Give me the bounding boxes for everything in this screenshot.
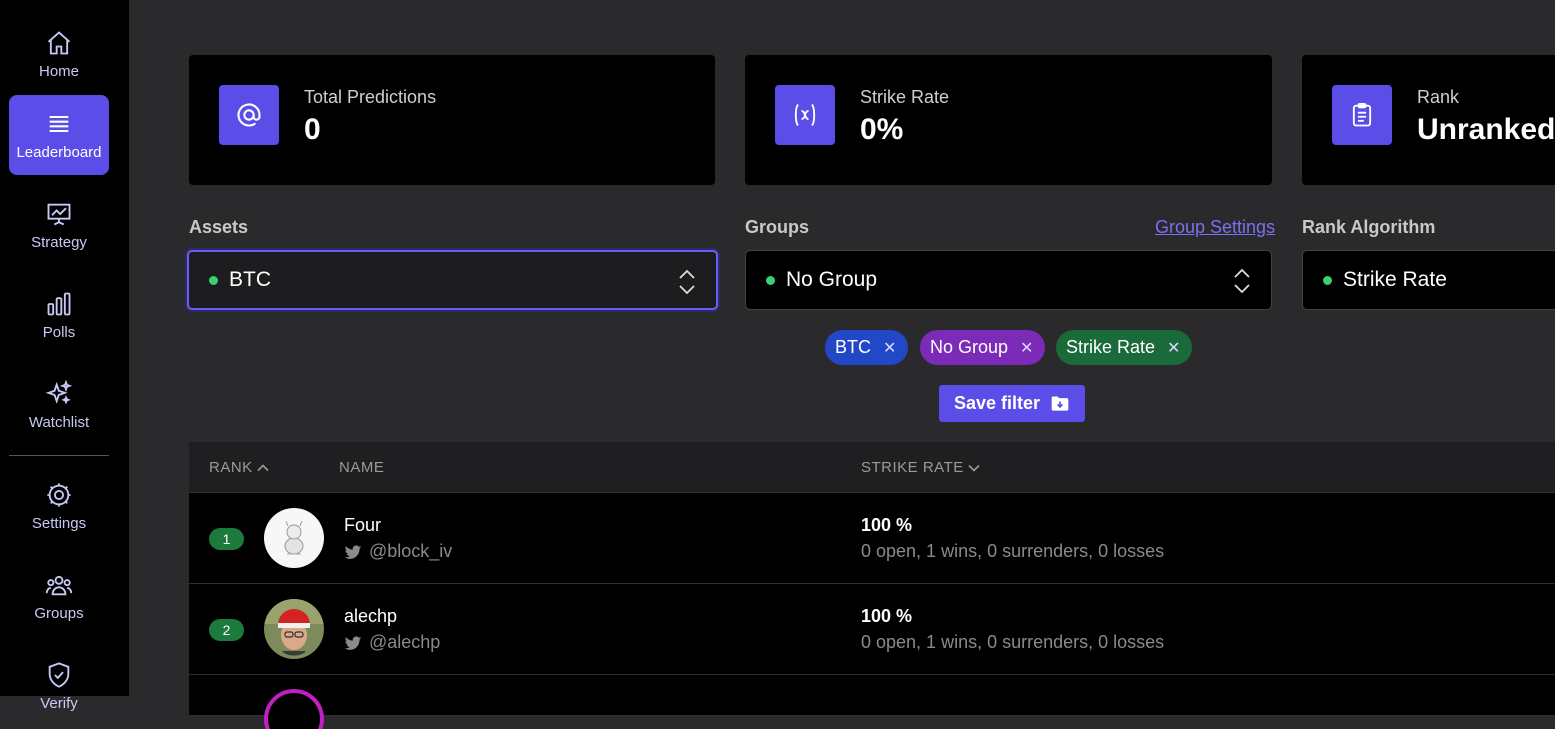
nav-groups-label: Groups (34, 604, 84, 622)
table-header: RANK NAME STRIKE RATE (189, 442, 1555, 493)
close-icon[interactable]: ✕ (1020, 338, 1033, 358)
nav-leaderboard-label: Leaderboard (16, 143, 102, 161)
online-dot (209, 275, 218, 285)
twitter-icon (344, 635, 362, 650)
table-row[interactable]: 2 alechp @alechp 100 % 0 open, 1 wins, 0… (189, 584, 1555, 675)
chip-no-group: No Group ✕ (920, 330, 1046, 365)
group-settings-link[interactable]: Group Settings (1155, 217, 1275, 238)
gear-icon (47, 482, 71, 507)
user-name[interactable]: alechp (344, 606, 397, 627)
strike-rate-column-label: STRIKE RATE (861, 459, 964, 476)
close-icon[interactable]: ✕ (883, 338, 896, 358)
chip-label: Strike Rate (1066, 337, 1156, 357)
twitter-icon (344, 544, 362, 559)
list-icon (49, 115, 69, 132)
avatar (264, 599, 324, 659)
strike-rate-value: 0% (860, 113, 904, 146)
table-row[interactable]: 1 Four @block_iv 100 % 0 open, 1 wins, 0… (189, 493, 1555, 584)
rank-algorithm-label: Rank Algorithm (1302, 217, 1436, 237)
nav-watchlist-label: Watchlist (28, 413, 90, 431)
rank-column-label: RANK (209, 459, 253, 476)
name-column-label: NAME (339, 459, 385, 476)
nav-groups[interactable]: Groups (9, 556, 109, 636)
online-dot (1323, 275, 1332, 285)
rank-label: Rank (1417, 87, 1460, 107)
rank-algorithm-select-value: Strike Rate (1343, 268, 1447, 291)
rank-column-header[interactable]: RANK (209, 459, 270, 476)
nav-home[interactable]: Home (9, 14, 109, 94)
save-filter-button[interactable]: Save filter (939, 385, 1085, 422)
user-handle-text: @block_iv (369, 541, 453, 561)
chevron-up-down-icon (1234, 268, 1250, 294)
total-predictions-value: 0 (304, 113, 321, 146)
nav-home-label: Home (38, 62, 79, 80)
rank-badge: 1 (209, 528, 244, 550)
chevron-up-icon (257, 463, 269, 471)
chip-label: BTC (835, 337, 871, 357)
save-filter-label: Save filter (953, 393, 1041, 413)
close-icon[interactable]: ✕ (1167, 338, 1180, 358)
groups-select-value: No Group (786, 268, 878, 291)
at-sign-icon (219, 85, 279, 145)
strike-rate-label: Strike Rate (860, 87, 950, 107)
folder-download-icon (1051, 396, 1069, 411)
nav-watchlist[interactable]: Watchlist (9, 365, 109, 445)
avatar (264, 689, 324, 729)
avatar (264, 508, 324, 568)
strike-rate-value: 100 % (861, 606, 913, 626)
users-icon (45, 575, 73, 595)
strike-rate-detail: 0 open, 1 wins, 0 surrenders, 0 losses (861, 541, 1165, 561)
chip-btc: BTC ✕ (825, 330, 909, 365)
strike-rate-detail: 0 open, 1 wins, 0 surrenders, 0 losses (861, 632, 1165, 652)
assets-label: Assets (189, 217, 249, 237)
user-handle[interactable]: @block_iv (344, 541, 452, 562)
rank-card: Rank Unranked (1302, 55, 1555, 185)
rank-value: Unranked (1417, 113, 1555, 146)
nav-strategy-label: Strategy (31, 233, 87, 251)
nav-polls-label: Polls (42, 323, 76, 341)
shield-check-icon (48, 661, 70, 688)
user-name[interactable]: Four (344, 515, 381, 536)
nav-settings-label: Settings (31, 514, 87, 532)
chip-label: No Group (930, 337, 1009, 357)
home-icon (47, 30, 71, 54)
nav-settings[interactable]: Settings (9, 466, 109, 546)
sparkles-icon (45, 379, 73, 405)
nav-divider (9, 455, 109, 456)
name-column-header[interactable]: NAME (339, 459, 384, 476)
strike-rate-value: 100 % (861, 515, 913, 535)
chevron-up-down-icon (679, 269, 695, 295)
groups-select[interactable]: No Group (745, 250, 1272, 310)
total-predictions-card: Total Predictions 0 (189, 55, 715, 185)
nav-leaderboard[interactable]: Leaderboard (9, 95, 109, 175)
bar-chart-icon (47, 292, 71, 315)
chevron-down-icon (968, 464, 980, 472)
leaderboard-table: RANK NAME STRIKE RATE 1 Four @block_iv 1… (189, 442, 1555, 729)
sidebar: Home Leaderboard Strategy Polls Watchlis… (0, 0, 129, 712)
assets-select[interactable]: BTC (187, 250, 718, 310)
presentation-chart-icon (47, 203, 71, 225)
user-handle[interactable]: @alechp (344, 632, 440, 653)
total-predictions-label: Total Predictions (304, 87, 437, 107)
strike-rate-column-header[interactable]: STRIKE RATE (861, 459, 981, 476)
rank-badge: 2 (209, 619, 244, 641)
nav-strategy[interactable]: Strategy (9, 185, 109, 265)
strike-rate-card: Strike Rate 0% (745, 55, 1272, 185)
variable-icon (775, 85, 835, 145)
rank-algorithm-select[interactable]: Strike Rate (1302, 250, 1555, 310)
online-dot (766, 275, 775, 285)
clipboard-icon (1332, 85, 1392, 145)
chip-strike-rate: Strike Rate ✕ (1056, 330, 1193, 365)
nav-verify-label: Verify (40, 694, 78, 712)
user-handle-text: @alechp (369, 632, 441, 652)
nav-polls[interactable]: Polls (9, 275, 109, 355)
assets-select-value: BTC (229, 268, 271, 291)
nav-verify[interactable]: Verify (9, 646, 109, 726)
groups-label: Groups (745, 217, 810, 237)
